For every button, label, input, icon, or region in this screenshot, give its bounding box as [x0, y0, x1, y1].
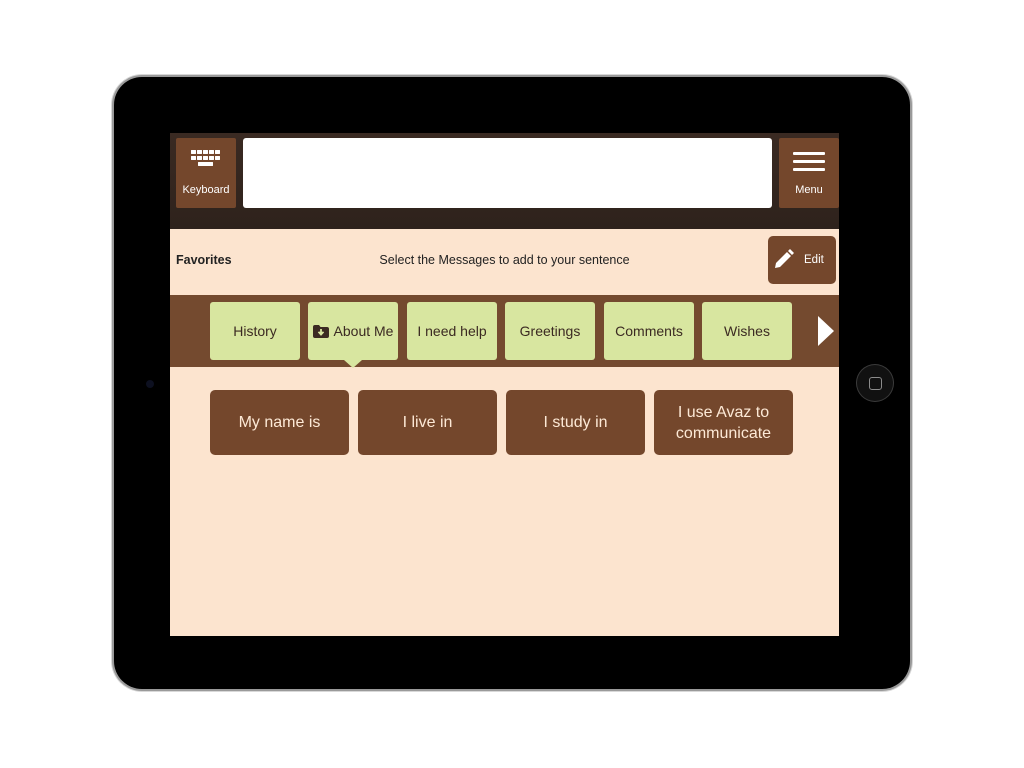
message-label: I live in [402, 414, 453, 431]
camera-icon [146, 380, 154, 388]
category-label: I need help [417, 323, 487, 339]
category-label: Greetings [519, 323, 581, 339]
category-tab[interactable]: History [210, 302, 300, 360]
home-square-icon [868, 376, 882, 390]
category-label: About Me [333, 323, 394, 339]
message-label: I study in [543, 414, 608, 431]
message-label: I use Avaz to communicate [675, 403, 772, 442]
category-tab[interactable]: Comments [604, 302, 694, 360]
category-tab[interactable]: I need help [407, 302, 497, 360]
arrow-right-icon[interactable] [815, 314, 837, 348]
category-bar: History About Me I need help Greetings C… [170, 295, 839, 368]
category-label: History [233, 323, 277, 339]
category-label: Wishes [724, 323, 770, 339]
favorites-hint: Select the Messages to add to your sente… [379, 253, 630, 267]
message-tile[interactable]: I live in [358, 390, 497, 455]
keyboard-icon [191, 150, 220, 166]
category-tab[interactable]: Wishes [702, 302, 792, 360]
message-tile[interactable]: I study in [506, 390, 645, 455]
keyboard-label: Keyboard [182, 184, 230, 196]
keyboard-button[interactable]: Keyboard [176, 138, 236, 208]
message-tile[interactable]: My name is [210, 390, 349, 455]
message-label: My name is [238, 414, 321, 431]
menu-label: Menu [795, 184, 823, 196]
category-label: Comments [615, 323, 683, 339]
edit-button[interactable]: Edit [768, 236, 836, 284]
message-tile[interactable]: I use Avaz to communicate [654, 390, 793, 455]
hamburger-menu-icon [793, 152, 825, 171]
menu-button[interactable]: Menu [779, 138, 839, 208]
pencil-icon [775, 249, 794, 268]
category-tab-selected[interactable]: About Me [308, 302, 398, 368]
sentence-input[interactable] [243, 138, 772, 208]
favorites-header: Favorites Select the Messages to add to … [170, 229, 839, 295]
app-screen: Keyboard Menu Favorites Select the Messa… [170, 133, 839, 636]
category-tab[interactable]: Greetings [505, 302, 595, 360]
home-button[interactable] [856, 364, 894, 402]
folder-download-icon [312, 324, 329, 338]
top-toolbar: Keyboard Menu [170, 133, 839, 229]
edit-label: Edit [804, 254, 824, 266]
